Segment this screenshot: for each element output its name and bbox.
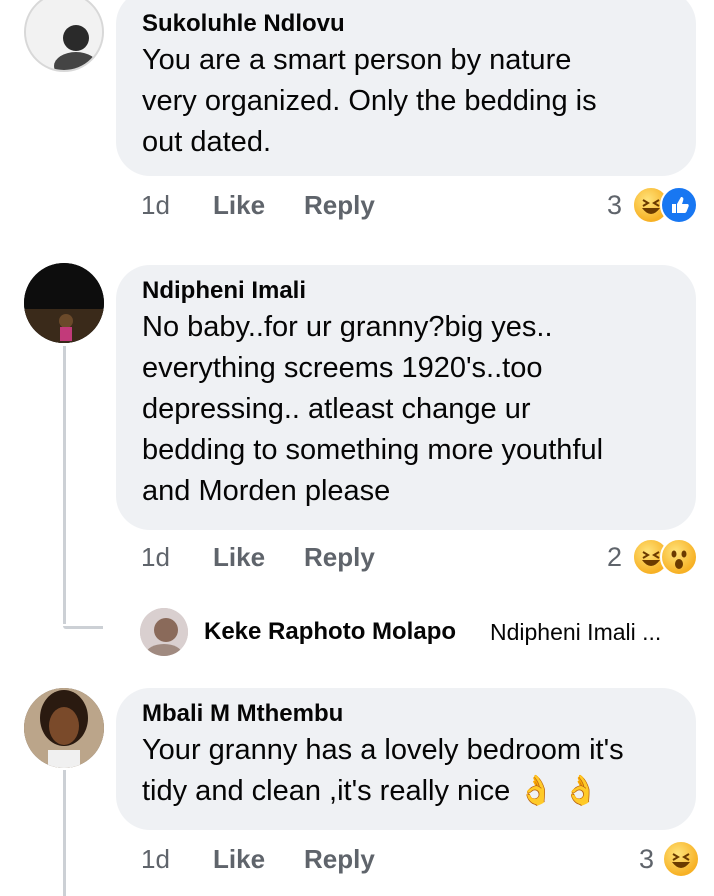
reaction-count: 3 <box>607 190 623 220</box>
avatar-ndipheni[interactable] <box>24 263 104 343</box>
comment-actions: 1d Like Reply <box>141 542 441 582</box>
avatar-keke[interactable] <box>140 608 188 656</box>
thread-branch <box>63 626 103 629</box>
thread-line <box>63 346 66 624</box>
comment-text: You are a smart person by nature very or… <box>142 44 597 158</box>
ok-hand-emoji: 👌 👌 <box>518 775 599 807</box>
like-button[interactable]: Like <box>213 844 265 875</box>
reaction-summary[interactable]: 3 <box>636 840 706 880</box>
like-button[interactable]: Like <box>213 190 265 221</box>
reaction-summary[interactable]: 2 <box>604 538 704 578</box>
reply-author[interactable]: Keke Raphoto Molapo <box>204 618 456 646</box>
comment-text: No baby..for ur granny?big yes.. everyth… <box>142 311 604 507</box>
profile-photo <box>24 263 104 343</box>
like-icon <box>660 186 698 224</box>
reply-preview[interactable]: Keke Raphoto Molapo Ndipheni Imali ... <box>140 608 700 656</box>
thread-line <box>63 770 66 896</box>
comment-text: Your granny has a lovely bedroom it's ti… <box>142 730 672 812</box>
comment-author[interactable]: Mbali M Mthembu <box>142 698 672 730</box>
comment-actions: 1d Like Reply <box>141 190 441 230</box>
haha-icon <box>662 840 700 878</box>
comment-time[interactable]: 1d <box>141 542 170 573</box>
reply-button[interactable]: Reply <box>304 542 375 573</box>
avatar-sukoluhle[interactable] <box>24 0 104 72</box>
comment-time[interactable]: 1d <box>141 190 170 221</box>
reply-button[interactable]: Reply <box>304 190 375 221</box>
profile-photo <box>140 608 188 656</box>
comment-bubble: Sukoluhle Ndlovu You are a smart person … <box>116 0 696 176</box>
comment-time[interactable]: 1d <box>141 844 170 875</box>
comment-bubble: Mbali M Mthembu Your granny has a lovely… <box>116 688 696 830</box>
reply-snippet: Ndipheni Imali ... <box>490 619 662 645</box>
reply-button[interactable]: Reply <box>304 844 375 875</box>
comment-actions: 1d Like Reply <box>141 844 441 884</box>
comment-author[interactable]: Ndipheni Imali <box>142 275 672 307</box>
reaction-summary[interactable]: 3 <box>604 186 704 226</box>
wow-icon <box>660 538 698 576</box>
like-button[interactable]: Like <box>213 542 265 573</box>
profile-photo <box>26 0 102 70</box>
comment-author[interactable]: Sukoluhle Ndlovu <box>142 8 672 40</box>
avatar-mbali[interactable] <box>24 688 104 768</box>
comment-bubble: Ndipheni Imali No baby..for ur granny?bi… <box>116 265 696 530</box>
reaction-count: 2 <box>607 542 623 572</box>
reaction-count: 3 <box>639 844 655 874</box>
profile-photo <box>24 688 104 768</box>
